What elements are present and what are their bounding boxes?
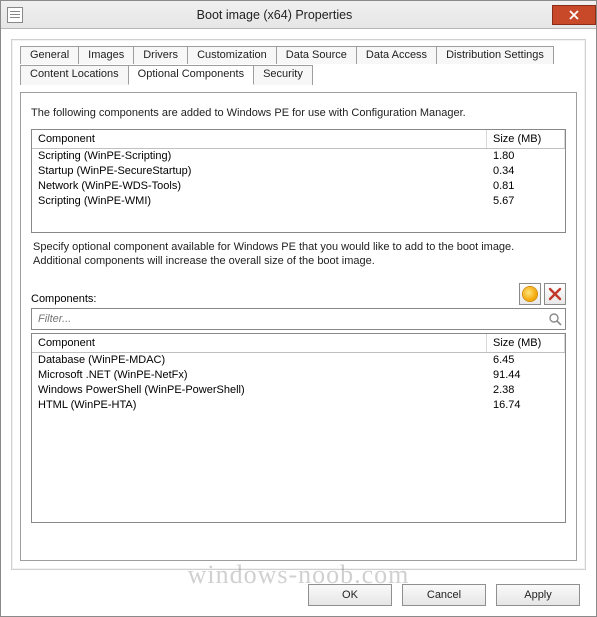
tab-distribution-settings[interactable]: Distribution Settings: [436, 46, 554, 64]
close-button[interactable]: [552, 5, 596, 25]
list-item[interactable]: Scripting (WinPE-Scripting) 1.80: [32, 149, 565, 164]
component-name: Scripting (WinPE-WMI): [32, 194, 487, 209]
tab-optional-components[interactable]: Optional Components: [128, 65, 254, 85]
component-size: 0.81: [487, 179, 565, 194]
component-size: 0.34: [487, 164, 565, 179]
remove-component-button[interactable]: [544, 283, 566, 305]
tab-content-locations[interactable]: Content Locations: [20, 65, 129, 85]
component-size: 2.38: [487, 383, 565, 398]
filter-input[interactable]: [32, 313, 545, 325]
component-name: Database (WinPE-MDAC): [32, 353, 487, 368]
added-components-list[interactable]: Component Size (MB) Scripting (WinPE-Scr…: [31, 129, 566, 233]
tab-customization[interactable]: Customization: [187, 46, 277, 64]
list-item[interactable]: Microsoft .NET (WinPE-NetFx) 91.44: [32, 368, 565, 383]
delete-icon: [548, 287, 562, 301]
tab-images[interactable]: Images: [78, 46, 134, 64]
cancel-button[interactable]: Cancel: [402, 584, 486, 606]
new-icon: [523, 287, 537, 301]
list-item[interactable]: Network (WinPE-WDS-Tools) 0.81: [32, 179, 565, 194]
component-size: 1.80: [487, 149, 565, 164]
app-icon: [7, 7, 23, 23]
component-name: Scripting (WinPE-Scripting): [32, 149, 487, 164]
filter-box: [31, 308, 566, 330]
tabstrip: General Images Drivers Customization Dat…: [12, 40, 585, 86]
tab-data-access[interactable]: Data Access: [356, 46, 437, 64]
tab-drivers[interactable]: Drivers: [133, 46, 188, 64]
tab-panel-optional-components: The following components are added to Wi…: [20, 92, 577, 561]
component-size: 5.67: [487, 194, 565, 209]
dialog-footer: OK Cancel Apply: [1, 574, 596, 616]
window-title: Boot image (x64) Properties: [0, 8, 552, 22]
col-size[interactable]: Size (MB): [487, 130, 565, 148]
dialog-body: General Images Drivers Customization Dat…: [11, 39, 586, 570]
components-label: Components:: [31, 293, 96, 305]
tab-security[interactable]: Security: [253, 65, 313, 85]
help-text: Specify optional component available for…: [33, 241, 564, 269]
component-name: Microsoft .NET (WinPE-NetFx): [32, 368, 487, 383]
available-list-header: Component Size (MB): [32, 334, 565, 353]
apply-button[interactable]: Apply: [496, 584, 580, 606]
close-icon: [569, 10, 579, 20]
component-size: 91.44: [487, 368, 565, 383]
list-item[interactable]: HTML (WinPE-HTA) 16.74: [32, 398, 565, 413]
col-size[interactable]: Size (MB): [487, 334, 565, 352]
list-item[interactable]: Database (WinPE-MDAC) 6.45: [32, 353, 565, 368]
add-component-button[interactable]: [519, 283, 541, 305]
intro-text: The following components are added to Wi…: [31, 107, 566, 119]
added-list-header: Component Size (MB): [32, 130, 565, 149]
col-component[interactable]: Component: [32, 130, 487, 148]
tab-data-source[interactable]: Data Source: [276, 46, 357, 64]
component-size: 6.45: [487, 353, 565, 368]
component-name: HTML (WinPE-HTA): [32, 398, 487, 413]
component-size: 16.74: [487, 398, 565, 413]
tab-general[interactable]: General: [20, 46, 79, 64]
search-icon[interactable]: [545, 312, 565, 326]
list-item[interactable]: Scripting (WinPE-WMI) 5.67: [32, 194, 565, 209]
ok-button[interactable]: OK: [308, 584, 392, 606]
component-name: Network (WinPE-WDS-Tools): [32, 179, 487, 194]
list-item[interactable]: Startup (WinPE-SecureStartup) 0.34: [32, 164, 565, 179]
list-item[interactable]: Windows PowerShell (WinPE-PowerShell) 2.…: [32, 383, 565, 398]
components-header: Components:: [31, 283, 566, 305]
component-name: Startup (WinPE-SecureStartup): [32, 164, 487, 179]
component-name: Windows PowerShell (WinPE-PowerShell): [32, 383, 487, 398]
available-components-list[interactable]: Component Size (MB) Database (WinPE-MDAC…: [31, 333, 566, 523]
col-component[interactable]: Component: [32, 334, 487, 352]
titlebar: Boot image (x64) Properties: [1, 1, 596, 29]
